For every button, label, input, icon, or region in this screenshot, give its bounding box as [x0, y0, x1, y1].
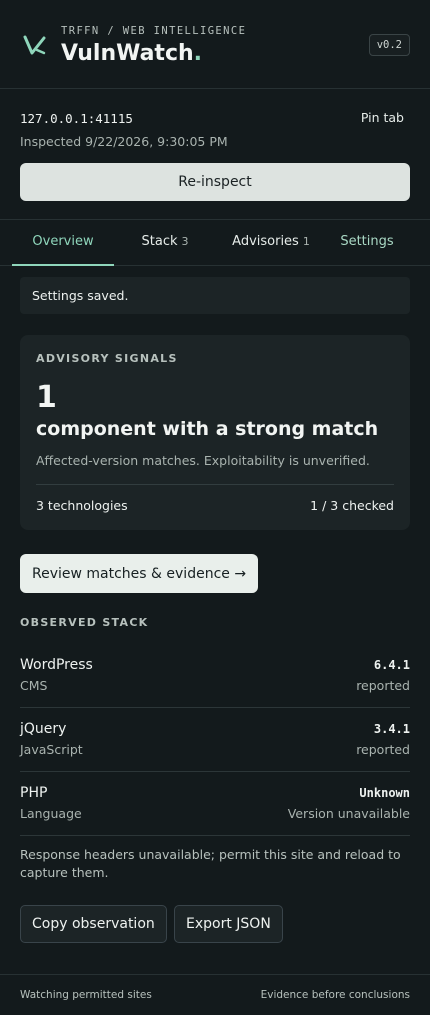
card-divider [36, 484, 394, 485]
version-badge: v0.2 [368, 34, 410, 56]
org-label: TRFFN / WEB INTELLIGENCE [61, 25, 247, 37]
tab-advisories-count: 1 [302, 235, 310, 248]
footer-status: Watching permitted sites [20, 989, 152, 1001]
tab-overview[interactable]: Overview [12, 220, 114, 266]
copy-observation-button[interactable]: Copy observation [20, 905, 167, 943]
checked-count: 1 / 3 checked [310, 498, 394, 513]
tab-stack[interactable]: Stack 3 [122, 220, 208, 265]
tab-advisories-label: Advisories [232, 234, 299, 249]
tab-stack-label: Stack [141, 234, 178, 249]
headers-note: Response headers unavailable; permit thi… [20, 847, 401, 880]
stack-item-name: PHP [20, 785, 48, 801]
stack-item-name: WordPress [20, 657, 93, 673]
tab-overview-label: Overview [32, 234, 94, 249]
stack-item-category: CMS [20, 678, 48, 693]
inspected-timestamp: Inspected 9/22/2026, 9:30:05 PM [20, 134, 228, 149]
stack-item-jquery[interactable]: jQuery JavaScript 3.4.1 reported [20, 721, 410, 785]
stack-item-php[interactable]: PHP Language Unknown Version unavailable [20, 785, 410, 849]
match-count: 1 [36, 380, 57, 415]
row-divider [20, 835, 410, 836]
technology-count: 3 technologies [36, 498, 128, 513]
tab-bar: Overview Stack 3 Advisories 1 Settings [0, 219, 430, 266]
observed-stack-label: OBSERVED STACK [20, 616, 149, 629]
stack-item-wordpress[interactable]: WordPress CMS 6.4.1 reported [20, 657, 410, 721]
footer-tagline: Evidence before conclusions [260, 989, 410, 1001]
tab-stack-count: 3 [181, 235, 189, 248]
app-header: TRFFN / WEB INTELLIGENCE VulnWatch. v0.2 [0, 0, 430, 89]
app-title: VulnWatch. [61, 41, 202, 66]
app-title-text: VulnWatch [61, 41, 194, 66]
stack-item-category: Language [20, 806, 82, 821]
row-divider [20, 707, 410, 708]
pin-tab-button[interactable]: Pin tab [361, 110, 404, 125]
review-matches-button[interactable]: Review matches & evidence → [20, 554, 259, 593]
stack-item-category: JavaScript [20, 742, 83, 757]
stack-item-name: jQuery [20, 721, 67, 737]
tab-settings[interactable]: Settings [330, 220, 404, 265]
stack-item-version: Unknown [359, 786, 410, 800]
tab-advisories[interactable]: Advisories 1 [216, 220, 326, 265]
match-description: Affected-version matches. Exploitability… [36, 453, 370, 468]
footer: Watching permitted sites Evidence before… [0, 974, 430, 1015]
reinspect-button[interactable]: Re-inspect [20, 163, 410, 201]
match-headline: component with a strong match [36, 418, 379, 440]
stack-item-source: reported [356, 678, 410, 693]
stack-item-version: 3.4.1 [373, 722, 410, 736]
status-notice: Settings saved. [20, 277, 410, 314]
target-host: 127.0.0.1:41115 [20, 111, 133, 126]
stack-item-version: 6.4.1 [373, 658, 410, 672]
stack-item-source: Version unavailable [287, 806, 410, 821]
app-title-dot: . [193, 41, 203, 66]
row-divider [20, 771, 410, 772]
stack-item-source: reported [356, 742, 410, 757]
advisory-signals-card: ADVISORY SIGNALS 1 component with a stro… [20, 335, 410, 530]
tab-settings-label: Settings [340, 234, 394, 249]
advisory-signals-label: ADVISORY SIGNALS [36, 352, 178, 365]
export-json-button[interactable]: Export JSON [174, 905, 283, 943]
vulnwatch-logo-icon [23, 35, 46, 55]
